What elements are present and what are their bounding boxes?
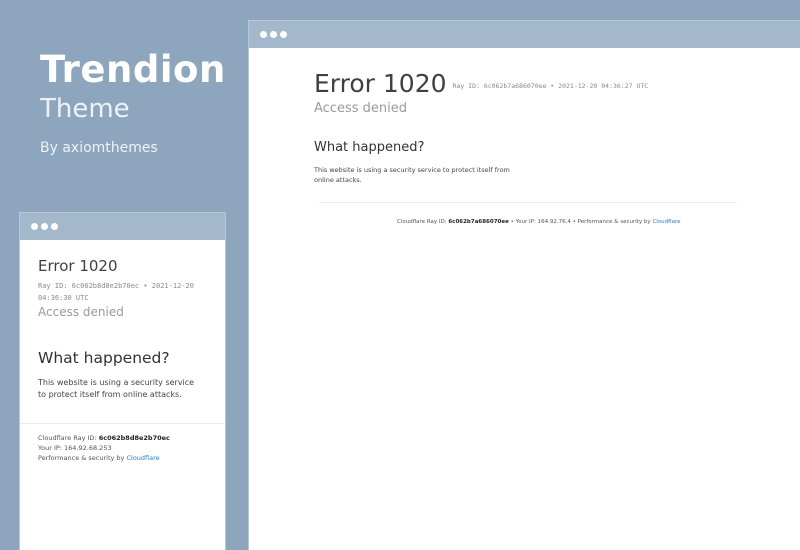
window-controls: [31, 223, 58, 230]
what-happened-heading: What happened?: [314, 140, 425, 155]
window-dot-icon[interactable]: [41, 223, 48, 230]
ray-id-line: Ray ID: 6c062b8d8e2b70ec • 2021-12-20 04…: [38, 282, 194, 302]
error-description: This website is using a security service…: [38, 378, 195, 399]
window-titlebar: [20, 213, 225, 240]
window-controls: [260, 31, 287, 38]
window-dot-icon[interactable]: [270, 31, 277, 38]
brand-name: Trendion: [40, 48, 226, 91]
error-content: Error 1020 Ray ID: 6c062b7a686070ee • 20…: [314, 69, 648, 185]
error-title: Error 1020: [314, 69, 447, 98]
ray-id-line: Ray ID: 6c062b7a686070ee • 2021-12-20 04…: [452, 82, 649, 90]
error-footer: Cloudflare Ray ID: 6c062b7a686070ee • Yo…: [397, 219, 681, 225]
window-titlebar: [249, 21, 800, 48]
brand-subtitle: Theme: [40, 94, 130, 124]
access-denied-text: Access denied: [38, 305, 124, 319]
footer-ip-text: Your IP: 164.92.68.253: [38, 444, 112, 452]
cloudflare-link[interactable]: Cloudflare: [652, 219, 680, 225]
window-dot-icon[interactable]: [260, 31, 267, 38]
footer-ray-label: Cloudflare Ray ID:: [38, 434, 97, 442]
footer-ray-id: 6c062b8d8e2b70ec: [98, 434, 170, 442]
error-description: This website is using a security service…: [314, 166, 510, 184]
error-content: Error 1020 Ray ID: 6c062b8d8e2b70ec • 20…: [38, 257, 203, 401]
divider: [319, 202, 737, 203]
what-happened-heading: What happened?: [38, 349, 170, 367]
divider: [20, 423, 225, 424]
window-dot-icon[interactable]: [31, 223, 38, 230]
footer-perf-text: Performance & security by: [38, 454, 125, 462]
error-title: Error 1020: [38, 257, 118, 275]
footer-ray-id: 6c062b7a686070ee: [448, 219, 509, 225]
small-browser-window: Error 1020 Ray ID: 6c062b8d8e2b70ec • 20…: [19, 212, 226, 550]
window-dot-icon[interactable]: [280, 31, 287, 38]
access-denied-text: Access denied: [314, 101, 407, 116]
footer-ray-label: Cloudflare Ray ID:: [397, 219, 447, 225]
cloudflare-link[interactable]: Cloudflare: [126, 454, 159, 462]
error-footer: Cloudflare Ray ID: 6c062b8d8e2b70ec Your…: [38, 433, 170, 463]
window-dot-icon[interactable]: [51, 223, 58, 230]
footer-ip-text: • Your IP: 164.92.76.4 • Performance & s…: [510, 219, 651, 225]
brand-author: By axiomthemes: [40, 140, 158, 156]
large-browser-window: Error 1020 Ray ID: 6c062b7a686070ee • 20…: [248, 20, 800, 550]
brand-block: Trendion Theme By axiomthemes: [40, 48, 226, 156]
